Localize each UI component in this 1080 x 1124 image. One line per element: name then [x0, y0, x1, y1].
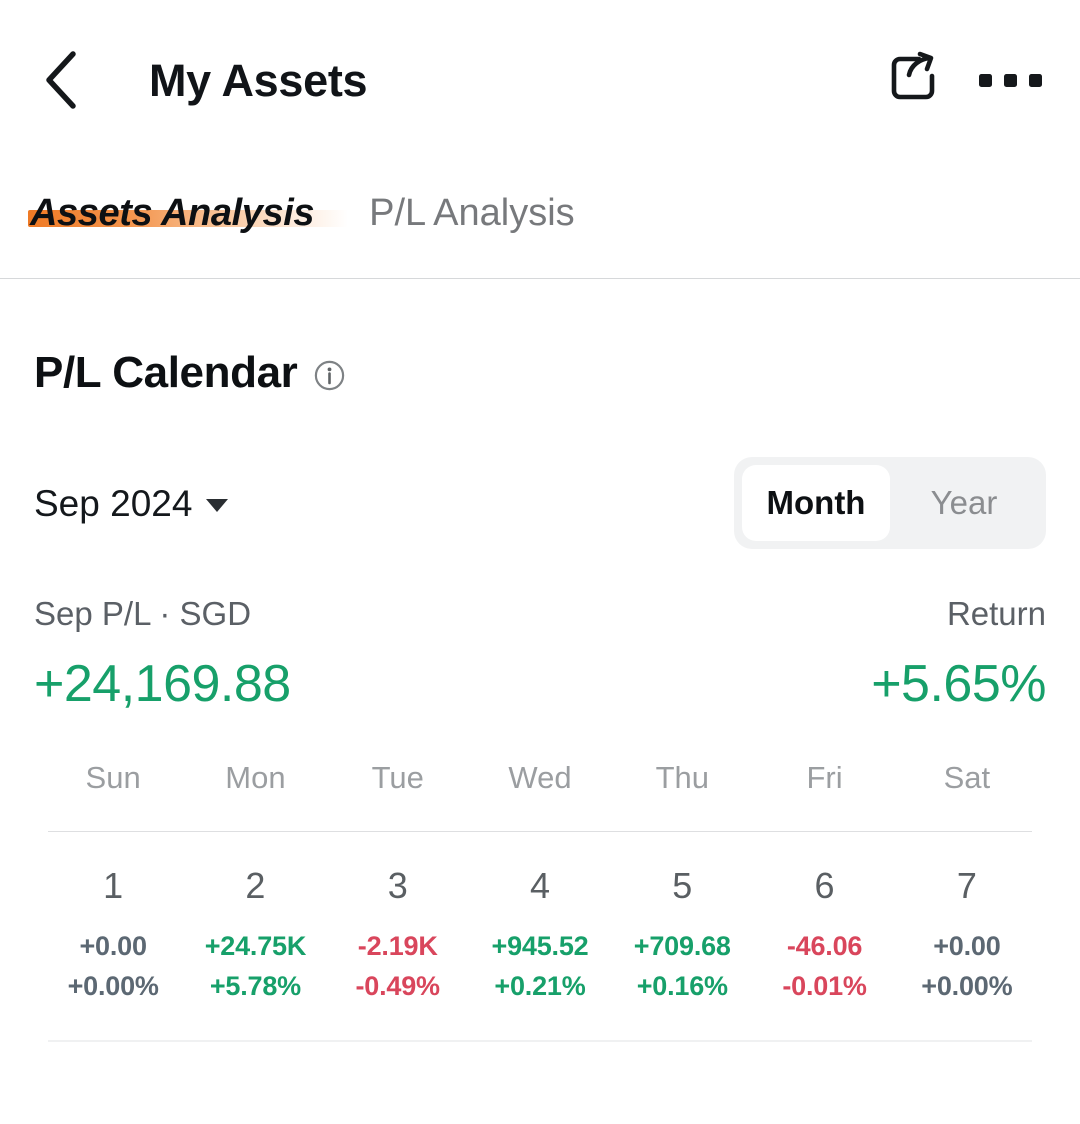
share-button[interactable]	[880, 47, 946, 113]
calendar-week-row: 1 +0.00 +0.00% 2 +24.75K +5.78% 3 -2.19K…	[34, 868, 1046, 1000]
weekday-header-row: Sun Mon Tue Wed Thu Fri Sat	[34, 762, 1046, 793]
range-toggle: Month Year	[734, 457, 1046, 549]
more-horizontal-icon	[1003, 73, 1017, 87]
pl-calendar-title: P/L Calendar	[34, 348, 298, 397]
day-amount: +0.00	[79, 931, 147, 961]
pl-calendar-card: P/L Calendar Sep 2024 Month Year Sep P/L…	[0, 279, 1080, 1042]
day-percent: +0.00%	[67, 971, 159, 1001]
day-number: 2	[245, 865, 266, 906]
app-header: My Assets	[0, 0, 1080, 160]
calendar-day-cell[interactable]: 5 +709.68 +0.16%	[611, 868, 753, 1000]
day-number: 4	[529, 865, 550, 906]
weekday-label: Thu	[655, 760, 709, 795]
weekday-label: Sun	[85, 760, 141, 795]
more-horizontal-icon	[978, 73, 992, 87]
calendar-day-cell[interactable]: 7 +0.00 +0.00%	[896, 868, 1038, 1000]
tab-label: Assets Analysis	[30, 192, 315, 234]
day-number: 7	[956, 865, 977, 906]
day-percent: +5.78%	[209, 971, 301, 1001]
day-percent: -0.49%	[355, 971, 441, 1001]
return-value: +5.65%	[871, 655, 1046, 713]
month-selector[interactable]: Sep 2024	[34, 482, 229, 524]
day-number: 5	[672, 865, 693, 906]
day-amount: -2.19K	[357, 931, 438, 961]
pl-summary-left: Sep P/L · SGD +24,169.88	[34, 597, 291, 710]
return-label: Return	[946, 595, 1046, 632]
page-title: My Assets	[149, 54, 368, 106]
day-amount: +709.68	[633, 931, 731, 961]
day-percent: +0.00%	[921, 971, 1013, 1001]
day-percent: -0.01%	[782, 971, 867, 1001]
weekday-label: Tue	[371, 760, 424, 795]
pl-summary: Sep P/L · SGD +24,169.88 Return +5.65%	[34, 597, 1046, 710]
weekday-label: Fri	[806, 760, 843, 795]
my-assets-screen: My Assets Assets Analysis P/L Analysis P…	[0, 0, 1080, 1124]
day-amount: +0.00	[933, 931, 1001, 961]
pl-summary-label: Sep P/L · SGD	[34, 595, 252, 632]
calendar-day-cell[interactable]: 6 -46.06 -0.01%	[753, 868, 895, 1000]
back-button[interactable]	[30, 49, 92, 111]
analysis-tabs: Assets Analysis P/L Analysis	[0, 160, 1080, 278]
calendar-row-divider	[48, 1040, 1032, 1042]
range-option-month[interactable]: Month	[742, 465, 890, 541]
month-selector-label: Sep 2024	[34, 482, 193, 524]
calendar-day-cell[interactable]: 1 +0.00 +0.00%	[42, 868, 184, 1000]
chevron-left-icon	[41, 49, 81, 111]
day-amount: +945.52	[491, 931, 589, 961]
range-option-label: Month	[766, 484, 866, 521]
pl-summary-value: +24,169.88	[34, 655, 291, 713]
range-option-year[interactable]: Year	[890, 465, 1038, 541]
day-number: 3	[387, 865, 408, 906]
day-amount: -46.06	[786, 931, 863, 961]
more-options-button[interactable]	[974, 47, 1046, 113]
calendar-day-cell[interactable]: 2 +24.75K +5.78%	[184, 868, 326, 1000]
day-number: 1	[103, 865, 124, 906]
day-percent: +0.16%	[636, 971, 728, 1001]
weekday-label: Sat	[943, 760, 991, 795]
tab-assets-analysis[interactable]: Assets Analysis	[28, 160, 348, 235]
tab-label: P/L Analysis	[369, 192, 575, 234]
info-circle-icon[interactable]	[314, 360, 345, 391]
pl-calendar-header: P/L Calendar	[34, 279, 1046, 395]
chevron-down-icon	[206, 498, 229, 512]
calendar-day-cell[interactable]: 4 +945.52 +0.21%	[469, 868, 611, 1000]
range-option-label: Year	[930, 484, 998, 521]
pl-summary-right: Return +5.65%	[871, 597, 1046, 710]
weekday-label: Mon	[225, 760, 286, 795]
more-horizontal-icon	[1028, 73, 1042, 87]
weekday-label: Wed	[508, 760, 572, 795]
calendar-header-divider	[48, 831, 1032, 832]
day-number: 6	[814, 865, 835, 906]
day-amount: +24.75K	[204, 931, 307, 961]
tab-pl-analysis[interactable]: P/L Analysis	[369, 160, 575, 235]
calendar-day-cell[interactable]: 3 -2.19K -0.49%	[327, 868, 469, 1000]
calendar-controls: Sep 2024 Month Year	[34, 457, 1046, 549]
share-icon	[884, 49, 942, 112]
day-percent: +0.21%	[494, 971, 586, 1001]
